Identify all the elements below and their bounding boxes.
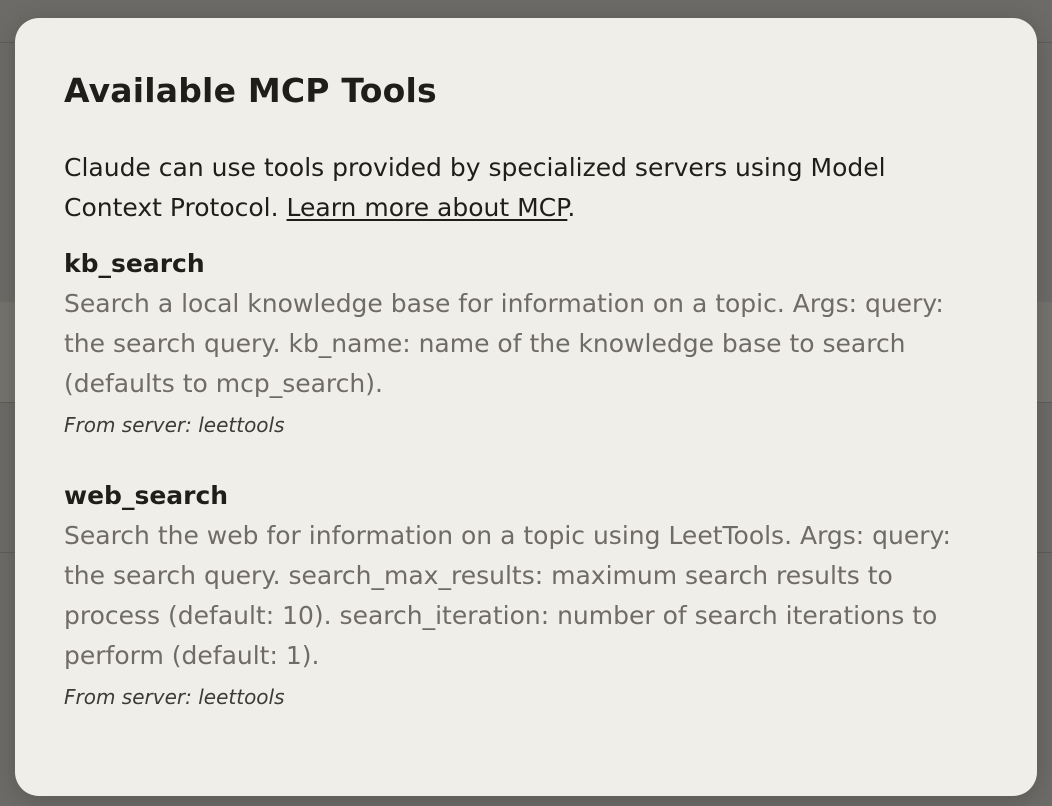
tool-name: kb_search <box>64 249 205 278</box>
tool-item-web-search: web_search Search the web for informatio… <box>64 480 984 710</box>
tool-server: From server: leettools <box>64 412 984 438</box>
tool-server: From server: leettools <box>64 684 984 710</box>
tool-server-name: leettools <box>198 413 285 437</box>
mcp-tools-dialog: Available MCP Tools Claude can use tools… <box>15 18 1037 796</box>
intro-period: . <box>567 193 576 222</box>
tool-item-kb-search: kb_search Search a local knowledge base … <box>64 248 984 438</box>
tool-server-label: From server: <box>64 685 199 709</box>
tool-server-name: leettools <box>198 685 285 709</box>
tool-description: Search the web for information on a topi… <box>64 521 951 670</box>
learn-more-link[interactable]: Learn more about MCP <box>287 193 568 222</box>
tool-name: web_search <box>64 481 229 510</box>
tool-server-label: From server: <box>64 413 199 437</box>
dialog-title: Available MCP Tools <box>64 71 437 110</box>
tool-description: Search a local knowledge base for inform… <box>64 289 944 398</box>
dialog-intro: Claude can use tools provided by special… <box>64 148 964 228</box>
